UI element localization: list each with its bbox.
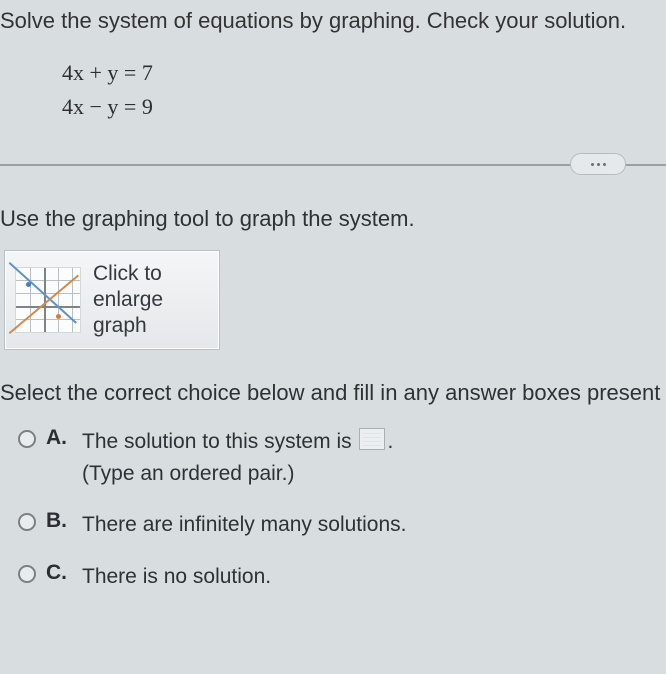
question-prompt: Solve the system of equations by graphin…	[0, 0, 666, 38]
choice-a-letter: A.	[46, 426, 72, 450]
choice-c-text: There is no solution.	[82, 561, 271, 593]
divider-line	[0, 164, 666, 166]
choice-a-text-after: .	[387, 430, 393, 453]
graph-button-line3: graph	[93, 313, 163, 339]
radio-b[interactable]	[18, 513, 36, 531]
choice-list: A. The solution to this system is . (Typ…	[18, 426, 666, 592]
choice-b-text: There are infinitely many solutions.	[82, 509, 407, 541]
choice-c[interactable]: C. There is no solution.	[18, 561, 666, 593]
graph-tool-button[interactable]: Click to enlarge graph	[4, 250, 220, 350]
graph-instruction: Use the graphing tool to graph the syste…	[0, 206, 666, 232]
choice-a-text-before: The solution to this system is	[82, 430, 357, 453]
equation-2: 4x − y = 9	[62, 90, 666, 124]
radio-a[interactable]	[18, 430, 36, 448]
choice-a[interactable]: A. The solution to this system is . (Typ…	[18, 426, 666, 489]
radio-c[interactable]	[18, 565, 36, 583]
section-divider	[0, 150, 666, 178]
choice-b[interactable]: B. There are infinitely many solutions.	[18, 509, 666, 541]
choice-a-body: The solution to this system is . (Type a…	[82, 426, 393, 489]
choice-a-hint: (Type an ordered pair.)	[82, 458, 393, 490]
graph-button-label: Click to enlarge graph	[93, 261, 163, 340]
choice-b-letter: B.	[46, 509, 72, 533]
choice-c-letter: C.	[46, 561, 72, 585]
graph-button-line1: Click to	[93, 261, 163, 287]
answer-input-box[interactable]	[359, 428, 385, 450]
equation-1: 4x + y = 7	[62, 56, 666, 90]
graph-thumbnail-icon	[15, 267, 81, 333]
equation-block: 4x + y = 7 4x − y = 9	[62, 56, 666, 124]
more-options-button[interactable]	[570, 153, 626, 175]
select-choice-prompt: Select the correct choice below and fill…	[0, 380, 666, 406]
graph-button-line2: enlarge	[93, 287, 163, 313]
